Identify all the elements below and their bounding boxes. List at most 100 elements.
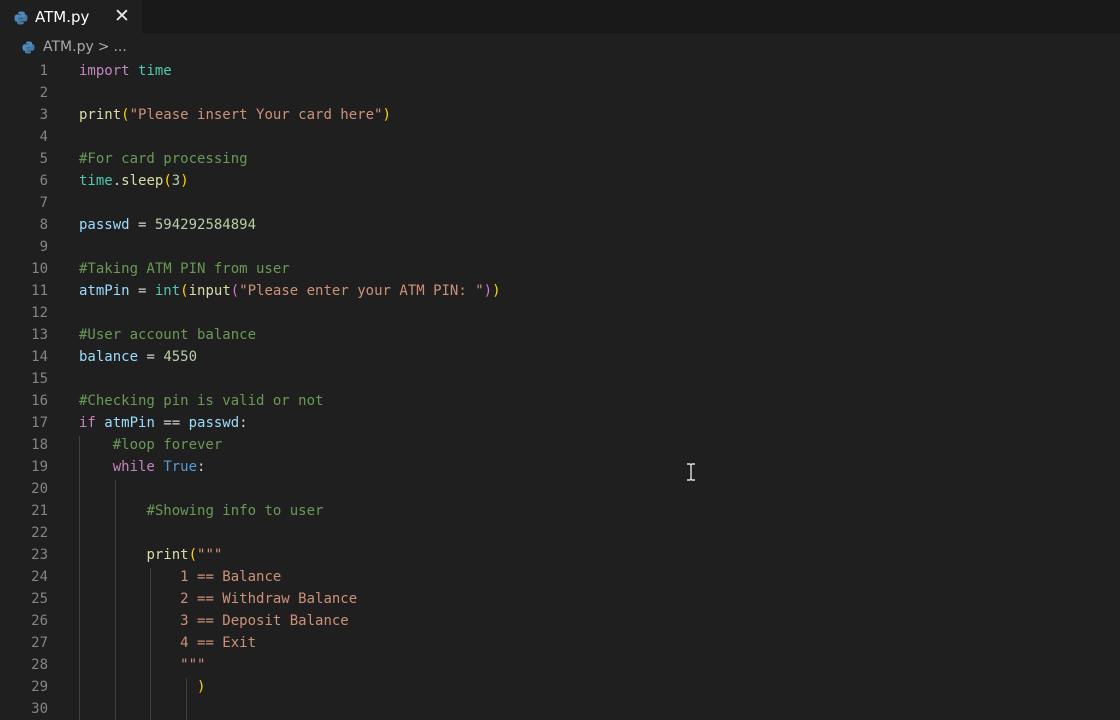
code-line: 27 4 == Exit <box>0 632 1120 654</box>
code-line: 16 #Checking pin is valid or not <box>0 390 1120 412</box>
line-number: 15 <box>31 371 48 387</box>
tab-atm-py[interactable]: ATM.py ✕ <box>0 0 142 33</box>
keyword: if <box>79 415 96 431</box>
operator: = <box>129 283 155 299</box>
chevron-right-icon: > <box>97 39 110 55</box>
variable: balance <box>79 349 139 365</box>
code-line: 26 3 == Deposit Balance <box>0 610 1120 632</box>
comment: #Taking ATM PIN from user <box>79 261 290 277</box>
line-number: 19 <box>31 459 48 475</box>
breadcrumb-file[interactable]: ATM.py <box>43 39 94 55</box>
colon: : <box>197 459 206 475</box>
builtin-type: int <box>154 283 181 299</box>
line-number: 26 <box>31 613 48 629</box>
module-name: time <box>79 173 113 189</box>
variable: passwd <box>188 415 240 431</box>
line-number: 24 <box>31 569 48 585</box>
colon: : <box>239 415 248 431</box>
code-line: 12 <box>0 302 1120 324</box>
code-line: 10 #Taking ATM PIN from user <box>0 258 1120 280</box>
function-name: sleep <box>121 173 164 189</box>
bracket: ( <box>180 283 189 299</box>
string-literal: "Please insert Your card here" <box>129 107 383 123</box>
code-line: 8 passwd = 594292584894 <box>0 214 1120 236</box>
line-number: 17 <box>31 415 48 431</box>
constant: True <box>163 459 198 475</box>
comment: #Showing info to user <box>146 503 324 519</box>
line-number: 10 <box>31 261 48 277</box>
comment: #Checking pin is valid or not <box>79 393 324 409</box>
variable: passwd <box>79 217 130 233</box>
code-line: 20 <box>0 478 1120 500</box>
code-line: 13 #User account balance <box>0 324 1120 346</box>
code-line: 17 if atmPin == passwd: <box>0 412 1120 434</box>
line-number: 8 <box>39 217 48 233</box>
line-number: 9 <box>39 239 48 255</box>
operator: = <box>129 217 155 233</box>
line-number: 22 <box>31 525 48 541</box>
code-line: 3 print("Please insert Your card here") <box>0 104 1120 126</box>
code-line: 4 <box>0 126 1120 148</box>
line-number: 12 <box>31 305 48 321</box>
line-number: 4 <box>39 129 48 145</box>
number-literal: 3 <box>171 173 181 189</box>
line-number: 23 <box>31 547 48 563</box>
comment: #For card processing <box>79 151 248 167</box>
python-file-icon <box>14 10 28 24</box>
function-name: print <box>146 547 189 563</box>
number-literal: 594292584894 <box>154 217 257 233</box>
string-literal: 2 == Withdraw Balance <box>180 591 358 607</box>
bracket: ) <box>180 173 189 189</box>
line-number: 11 <box>31 283 48 299</box>
code-line: 19 while True: <box>0 456 1120 478</box>
breadcrumb-more[interactable]: ... <box>113 39 126 55</box>
code-line: 9 <box>0 236 1120 258</box>
line-number: 13 <box>31 327 48 343</box>
line-number: 30 <box>31 701 48 717</box>
code-line: 28 """ <box>0 654 1120 676</box>
code-line: 1 import time <box>0 60 1120 82</box>
line-number: 3 <box>39 107 48 123</box>
keyword: import <box>79 63 130 79</box>
bracket: ) <box>483 283 493 299</box>
code-line: 24 1 == Balance <box>0 566 1120 588</box>
bracket: ( <box>188 547 198 563</box>
keyword: while <box>112 459 155 475</box>
line-number: 5 <box>39 151 48 167</box>
line-number: 27 <box>31 635 48 651</box>
line-number: 18 <box>31 437 48 453</box>
tab-filename: ATM.py <box>35 7 90 26</box>
function-name: input <box>188 283 231 299</box>
code-line: 25 2 == Withdraw Balance <box>0 588 1120 610</box>
python-file-icon <box>22 40 35 54</box>
code-editor[interactable]: 1 import time 2 3 print("Please insert Y… <box>0 60 1120 720</box>
comment: #loop forever <box>112 437 223 453</box>
bracket: ( <box>163 173 172 189</box>
editor-tab-bar: ATM.py ✕ <box>0 0 1120 33</box>
code-line: 7 <box>0 192 1120 214</box>
string-literal: 1 == Balance <box>180 569 282 585</box>
bracket: ) <box>382 107 391 123</box>
variable: atmPin <box>79 283 130 299</box>
line-number: 25 <box>31 591 48 607</box>
number-literal: 4550 <box>163 349 198 365</box>
string-literal: 4 == Exit <box>180 635 257 651</box>
line-number: 1 <box>39 63 48 79</box>
bracket: ( <box>230 283 240 299</box>
function-name: print <box>79 107 122 123</box>
string-literal: """ <box>180 657 206 673</box>
code-line: 15 <box>0 368 1120 390</box>
string-literal: 3 == Deposit Balance <box>180 613 349 629</box>
bracket: ) <box>197 679 206 695</box>
line-number: 28 <box>31 657 48 673</box>
code-line: 21 #Showing info to user <box>0 500 1120 522</box>
breadcrumb: ATM.py > ... <box>22 36 127 58</box>
line-number: 7 <box>39 195 48 211</box>
dot-operator: . <box>112 173 122 189</box>
operator: = <box>138 349 164 365</box>
line-number: 29 <box>31 679 48 695</box>
string-literal: """ <box>197 547 223 563</box>
bracket: ) <box>492 283 501 299</box>
code-line: 11 atmPin = int(input("Please enter your… <box>0 280 1120 302</box>
close-icon[interactable]: ✕ <box>113 4 131 28</box>
